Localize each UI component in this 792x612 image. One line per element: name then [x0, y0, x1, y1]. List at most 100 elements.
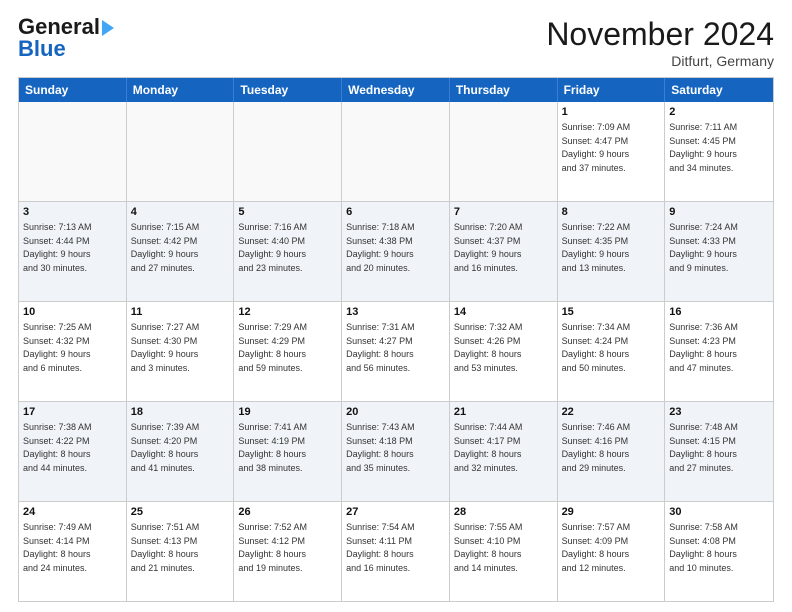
cell-info: Sunrise: 7:11 AM Sunset: 4:45 PM Dayligh… [669, 122, 737, 173]
cal-cell-18: 18 Sunrise: 7:39 AM Sunset: 4:20 PM Dayli… [127, 402, 235, 501]
cell-info: Sunrise: 7:16 AM Sunset: 4:40 PM Dayligh… [238, 222, 307, 273]
day-number: 10 [23, 305, 122, 320]
cal-header-tuesday: Tuesday [234, 78, 342, 102]
cal-header-thursday: Thursday [450, 78, 558, 102]
logo-arrow-icon [102, 20, 114, 36]
cal-cell-7: 7 Sunrise: 7:20 AM Sunset: 4:37 PM Daylig… [450, 202, 558, 301]
cal-cell-9: 9 Sunrise: 7:24 AM Sunset: 4:33 PM Daylig… [665, 202, 773, 301]
cal-row-2: 10 Sunrise: 7:25 AM Sunset: 4:32 PM Dayli… [19, 301, 773, 401]
day-number: 14 [454, 305, 553, 320]
day-number: 2 [669, 105, 769, 120]
cell-info: Sunrise: 7:13 AM Sunset: 4:44 PM Dayligh… [23, 222, 92, 273]
day-number: 13 [346, 305, 445, 320]
day-number: 30 [669, 505, 769, 520]
cal-cell-6: 6 Sunrise: 7:18 AM Sunset: 4:38 PM Daylig… [342, 202, 450, 301]
cal-cell-26: 26 Sunrise: 7:52 AM Sunset: 4:12 PM Dayli… [234, 502, 342, 601]
cal-cell-empty [19, 102, 127, 201]
cal-cell-19: 19 Sunrise: 7:41 AM Sunset: 4:19 PM Dayli… [234, 402, 342, 501]
cell-info: Sunrise: 7:24 AM Sunset: 4:33 PM Dayligh… [669, 222, 738, 273]
cell-info: Sunrise: 7:52 AM Sunset: 4:12 PM Dayligh… [238, 522, 307, 573]
cal-cell-15: 15Sunrise: 7:34 AM Sunset: 4:24 PM Dayli… [558, 302, 666, 401]
cal-cell-2: 2 Sunrise: 7:11 AM Sunset: 4:45 PM Daylig… [665, 102, 773, 201]
day-number: 27 [346, 505, 445, 520]
cell-info: Sunrise: 7:48 AM Sunset: 4:15 PM Dayligh… [669, 422, 738, 473]
cal-cell-21: 21 Sunrise: 7:44 AM Sunset: 4:17 PM Dayli… [450, 402, 558, 501]
cell-info: Sunrise: 7:49 AM Sunset: 4:14 PM Dayligh… [23, 522, 92, 573]
day-number: 18 [131, 405, 230, 420]
cal-row-0: 1 Sunrise: 7:09 AM Sunset: 4:47 PM Daylig… [19, 102, 773, 201]
header: General Blue November 2024 Ditfurt, Germ… [18, 16, 774, 69]
cal-cell-16: 16Sunrise: 7:36 AM Sunset: 4:23 PM Dayli… [665, 302, 773, 401]
cell-info: Sunrise: 7:57 AM Sunset: 4:09 PM Dayligh… [562, 522, 631, 573]
day-number: 4 [131, 205, 230, 220]
day-number: 6 [346, 205, 445, 220]
day-number: 9 [669, 205, 769, 220]
cal-cell-28: 28Sunrise: 7:55 AM Sunset: 4:10 PM Dayli… [450, 502, 558, 601]
cal-cell-17: 17Sunrise: 7:38 AM Sunset: 4:22 PM Dayli… [19, 402, 127, 501]
logo: General Blue [18, 16, 114, 60]
day-number: 26 [238, 505, 337, 520]
day-number: 15 [562, 305, 661, 320]
day-number: 28 [454, 505, 553, 520]
cal-cell-3: 3 Sunrise: 7:13 AM Sunset: 4:44 PM Daylig… [19, 202, 127, 301]
logo-blue: Blue [18, 38, 66, 60]
cal-row-4: 24 Sunrise: 7:49 AM Sunset: 4:14 PM Dayli… [19, 501, 773, 601]
cell-info: Sunrise: 7:29 AM Sunset: 4:29 PM Dayligh… [238, 322, 307, 373]
day-number: 17 [23, 405, 122, 420]
cal-cell-25: 25Sunrise: 7:51 AM Sunset: 4:13 PM Dayli… [127, 502, 235, 601]
cal-header-sunday: Sunday [19, 78, 127, 102]
cell-info: Sunrise: 7:51 AM Sunset: 4:13 PM Dayligh… [131, 522, 200, 573]
cell-info: Sunrise: 7:54 AM Sunset: 4:11 PM Dayligh… [346, 522, 415, 573]
day-number: 24 [23, 505, 122, 520]
cell-info: Sunrise: 7:41 AM Sunset: 4:19 PM Dayligh… [238, 422, 307, 473]
cal-cell-14: 14Sunrise: 7:32 AM Sunset: 4:26 PM Dayli… [450, 302, 558, 401]
month-title: November 2024 [546, 16, 774, 53]
cell-info: Sunrise: 7:18 AM Sunset: 4:38 PM Dayligh… [346, 222, 415, 273]
cell-info: Sunrise: 7:25 AM Sunset: 4:32 PM Dayligh… [23, 322, 92, 373]
cal-cell-23: 23 Sunrise: 7:48 AM Sunset: 4:15 PM Dayli… [665, 402, 773, 501]
logo-general: General [18, 16, 114, 38]
day-number: 1 [562, 105, 661, 120]
cal-cell-empty [234, 102, 342, 201]
day-number: 5 [238, 205, 337, 220]
day-number: 16 [669, 305, 769, 320]
cal-header-saturday: Saturday [665, 78, 773, 102]
day-number: 23 [669, 405, 769, 420]
cell-info: Sunrise: 7:46 AM Sunset: 4:16 PM Dayligh… [562, 422, 631, 473]
cal-cell-24: 24 Sunrise: 7:49 AM Sunset: 4:14 PM Dayli… [19, 502, 127, 601]
cal-cell-30: 30Sunrise: 7:58 AM Sunset: 4:08 PM Dayli… [665, 502, 773, 601]
day-number: 20 [346, 405, 445, 420]
day-number: 21 [454, 405, 553, 420]
day-number: 22 [562, 405, 661, 420]
cell-info: Sunrise: 7:09 AM Sunset: 4:47 PM Dayligh… [562, 122, 631, 173]
cal-cell-27: 27 Sunrise: 7:54 AM Sunset: 4:11 PM Dayli… [342, 502, 450, 601]
cell-info: Sunrise: 7:27 AM Sunset: 4:30 PM Dayligh… [131, 322, 200, 373]
cal-cell-8: 8Sunrise: 7:22 AM Sunset: 4:35 PM Daylig… [558, 202, 666, 301]
cal-cell-20: 20Sunrise: 7:43 AM Sunset: 4:18 PM Dayli… [342, 402, 450, 501]
cal-cell-4: 4 Sunrise: 7:15 AM Sunset: 4:42 PM Daylig… [127, 202, 235, 301]
cal-cell-22: 22 Sunrise: 7:46 AM Sunset: 4:16 PM Dayli… [558, 402, 666, 501]
day-number: 29 [562, 505, 661, 520]
cal-row-3: 17Sunrise: 7:38 AM Sunset: 4:22 PM Dayli… [19, 401, 773, 501]
cell-info: Sunrise: 7:39 AM Sunset: 4:20 PM Dayligh… [131, 422, 200, 473]
cal-header-friday: Friday [558, 78, 666, 102]
location: Ditfurt, Germany [546, 53, 774, 69]
cell-info: Sunrise: 7:20 AM Sunset: 4:37 PM Dayligh… [454, 222, 523, 273]
cell-info: Sunrise: 7:15 AM Sunset: 4:42 PM Dayligh… [131, 222, 200, 273]
calendar-header: SundayMondayTuesdayWednesdayThursdayFrid… [19, 78, 773, 102]
cal-cell-10: 10 Sunrise: 7:25 AM Sunset: 4:32 PM Dayli… [19, 302, 127, 401]
calendar: SundayMondayTuesdayWednesdayThursdayFrid… [18, 77, 774, 602]
cal-cell-empty [450, 102, 558, 201]
cal-header-wednesday: Wednesday [342, 78, 450, 102]
cal-cell-empty [127, 102, 235, 201]
cal-row-1: 3 Sunrise: 7:13 AM Sunset: 4:44 PM Daylig… [19, 201, 773, 301]
cal-cell-5: 5 Sunrise: 7:16 AM Sunset: 4:40 PM Daylig… [234, 202, 342, 301]
day-number: 11 [131, 305, 230, 320]
day-number: 3 [23, 205, 122, 220]
cal-header-monday: Monday [127, 78, 235, 102]
day-number: 19 [238, 405, 337, 420]
day-number: 7 [454, 205, 553, 220]
cell-info: Sunrise: 7:44 AM Sunset: 4:17 PM Dayligh… [454, 422, 523, 473]
cell-info: Sunrise: 7:22 AM Sunset: 4:35 PM Dayligh… [562, 222, 631, 273]
cal-cell-13: 13Sunrise: 7:31 AM Sunset: 4:27 PM Dayli… [342, 302, 450, 401]
